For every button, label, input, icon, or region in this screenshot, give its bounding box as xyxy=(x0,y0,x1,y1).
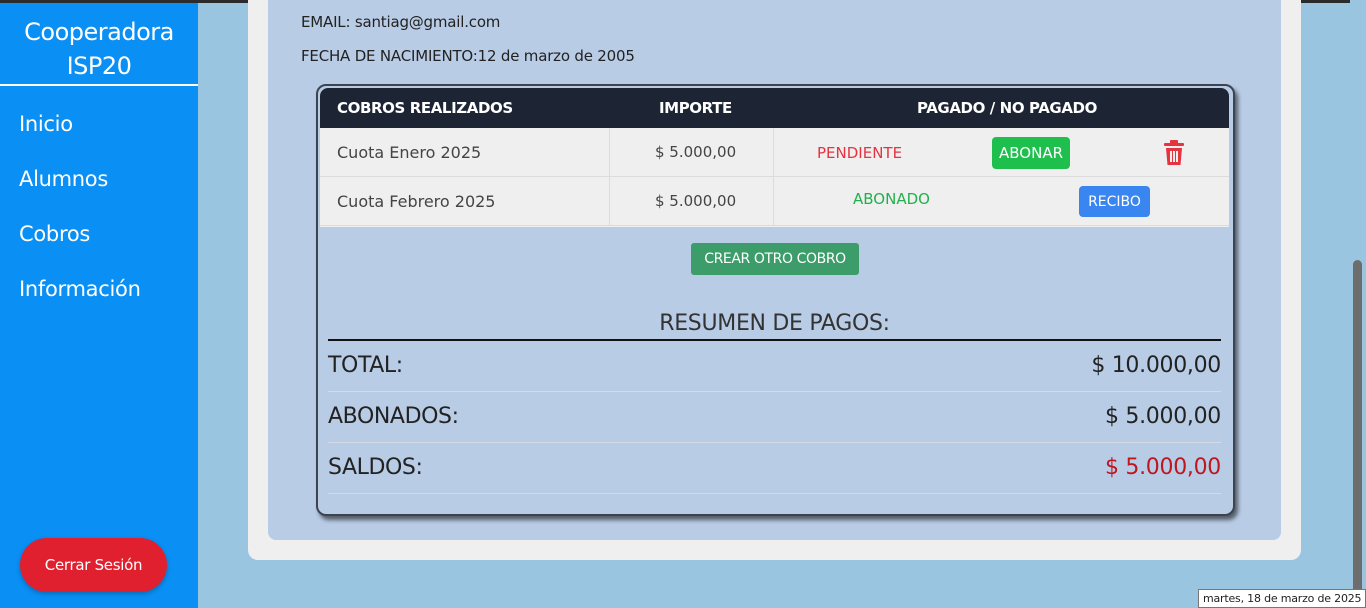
payments-table: COBROS REALIZADOS IMPORTE PAGADO / NO PA… xyxy=(320,88,1229,227)
table-row: Cuota Enero 2025 $ 5.000,00 PENDIENTE AB… xyxy=(320,128,1229,177)
summary-total-value: $ 10.000,00 xyxy=(1091,353,1221,378)
status-pending: PENDIENTE xyxy=(817,144,903,162)
logout-button[interactable]: Cerrar Sesión xyxy=(20,538,167,592)
summary-total-label: TOTAL: xyxy=(328,353,403,378)
recibo-button[interactable]: RECIBO xyxy=(1079,186,1150,217)
summary-balance-label: SALDOS: xyxy=(328,455,423,480)
header-amount: IMPORTE xyxy=(659,99,732,117)
column-divider xyxy=(609,128,610,177)
student-birthdate: FECHA DE NACIMIENTO:12 de marzo de 2005 xyxy=(301,47,635,65)
summary-paid-row: ABONADOS: $ 5.000,00 xyxy=(328,392,1221,443)
sidebar: Cooperadora ISP20 Inicio Alumnos Cobros … xyxy=(0,3,198,608)
column-divider xyxy=(773,128,774,177)
summary-title: RESUMEN DE PAGOS: xyxy=(659,311,890,336)
table-header: COBROS REALIZADOS IMPORTE PAGADO / NO PA… xyxy=(320,88,1229,128)
summary-balance-value: $ 5.000,00 xyxy=(1105,455,1221,480)
date-tooltip: martes, 18 de marzo de 2025 xyxy=(1198,589,1366,608)
trash-icon[interactable] xyxy=(1162,140,1186,166)
row-concept: Cuota Febrero 2025 xyxy=(337,192,496,211)
status-paid: ABONADO xyxy=(853,190,930,208)
summary-paid-label: ABONADOS: xyxy=(328,404,459,429)
student-email: EMAIL: santiag@gmail.com xyxy=(301,13,501,31)
row-amount: $ 5.000,00 xyxy=(655,192,737,210)
summary-paid-value: $ 5.000,00 xyxy=(1105,404,1221,429)
brand-line1: Cooperadora xyxy=(24,18,174,46)
summary-balance-row: SALDOS: $ 5.000,00 xyxy=(328,443,1221,494)
table-row: Cuota Febrero 2025 $ 5.000,00 ABONADO RE… xyxy=(320,177,1229,226)
sidebar-nav: Inicio Alumnos Cobros Información xyxy=(0,86,198,326)
sidebar-item-alumnos[interactable]: Alumnos xyxy=(0,161,198,216)
summary-total-row: TOTAL: $ 10.000,00 xyxy=(328,341,1221,392)
row-amount: $ 5.000,00 xyxy=(655,143,737,161)
abonar-button[interactable]: ABONAR xyxy=(992,137,1070,169)
create-charge-button[interactable]: CREAR OTRO COBRO xyxy=(691,243,859,275)
column-divider xyxy=(773,177,774,226)
header-status: PAGADO / NO PAGADO xyxy=(917,99,1097,117)
sidebar-item-inicio[interactable]: Inicio xyxy=(0,106,198,161)
row-concept: Cuota Enero 2025 xyxy=(337,143,482,162)
sidebar-item-cobros[interactable]: Cobros xyxy=(0,216,198,271)
header-concept: COBROS REALIZADOS xyxy=(337,99,513,117)
scrollbar-thumb[interactable] xyxy=(1353,260,1362,608)
brand-title: Cooperadora ISP20 xyxy=(0,3,198,86)
brand-line2: ISP20 xyxy=(66,52,132,80)
sidebar-item-informacion[interactable]: Información xyxy=(0,271,198,326)
column-divider xyxy=(609,177,610,226)
